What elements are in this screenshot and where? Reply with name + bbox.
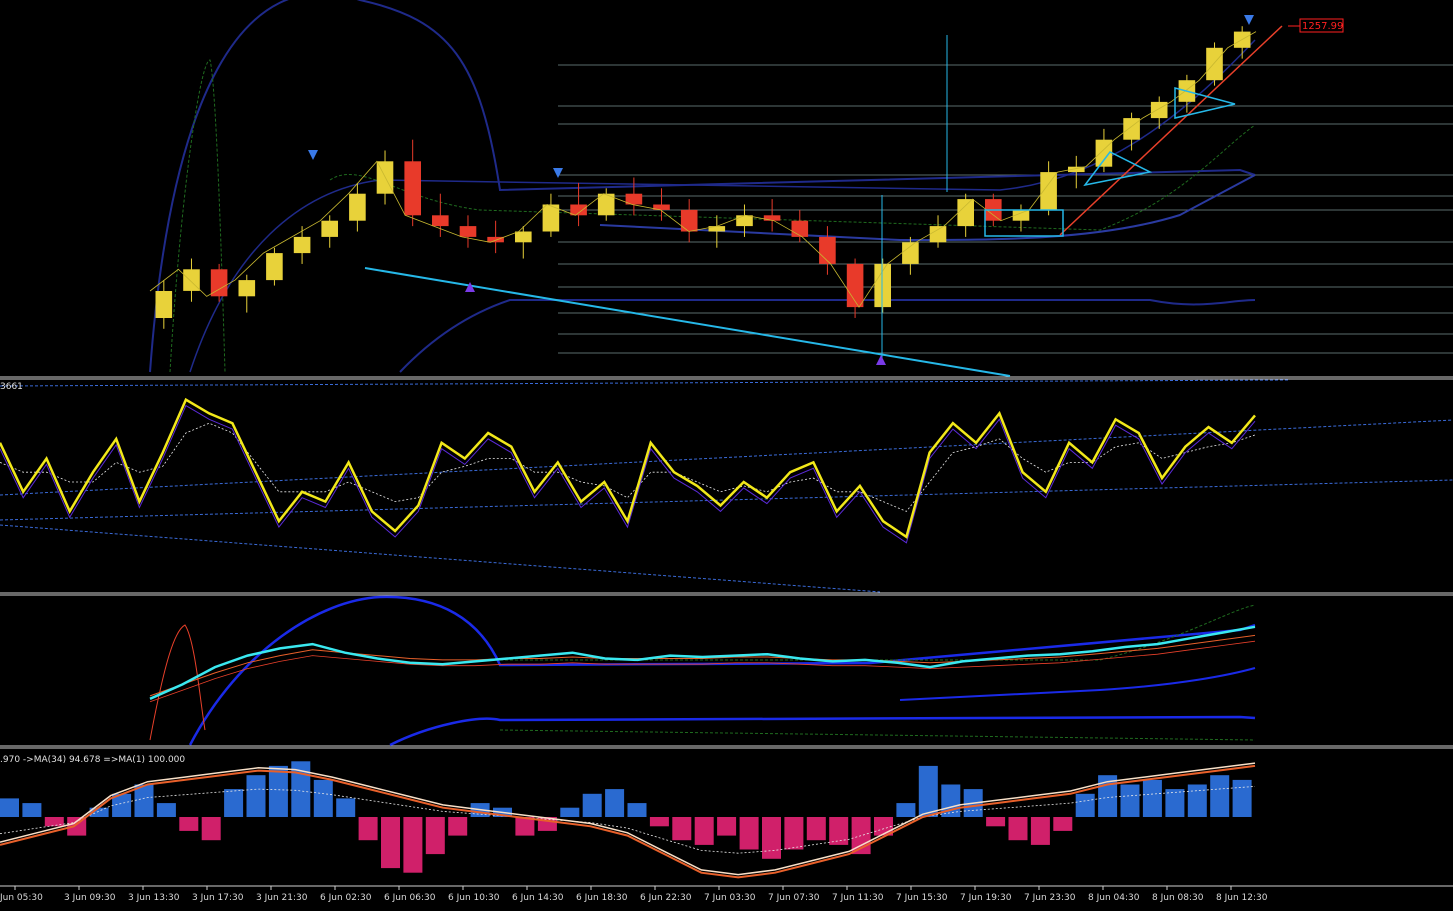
candle-body xyxy=(266,253,283,281)
time-tick-label: 6 Jun 22:30 xyxy=(640,893,692,903)
time-tick-label: 7 Jun 03:30 xyxy=(704,893,756,903)
histogram-bar xyxy=(22,803,42,817)
histogram-bar xyxy=(313,779,333,817)
candle-body xyxy=(238,280,256,297)
histogram-bar xyxy=(246,775,266,817)
histogram-bar xyxy=(806,817,826,841)
histogram-bar xyxy=(605,789,625,817)
histogram-bar xyxy=(672,817,692,841)
histogram-bar xyxy=(425,817,445,855)
histogram-bar xyxy=(0,798,19,817)
time-tick-label: 6 Jun 14:30 xyxy=(512,893,564,903)
time-tick-label: 8 Jun 12:30 xyxy=(1216,893,1268,903)
histogram-bar xyxy=(694,817,714,845)
histogram-bar xyxy=(381,817,400,869)
candle-body xyxy=(791,220,809,237)
time-tick-label: 6 Jun 02:30 xyxy=(320,893,372,903)
time-tick-label: 8 Jun 04:30 xyxy=(1088,893,1140,903)
oscillator-value-label: 3661 xyxy=(0,382,23,392)
histogram-bar xyxy=(336,798,356,817)
histogram-bar xyxy=(1008,817,1028,841)
histogram-bar xyxy=(1187,784,1207,817)
candle-body xyxy=(570,204,587,216)
time-tick-label: 8 Jun 08:30 xyxy=(1152,893,1204,903)
candle-body xyxy=(404,161,421,216)
candle-body xyxy=(321,220,338,237)
histogram-bar xyxy=(784,817,804,850)
candle-body xyxy=(736,215,753,227)
candle-body xyxy=(1040,172,1057,210)
time-tick-label: 7 Jun 23:30 xyxy=(1024,893,1076,903)
candle-body xyxy=(515,231,532,243)
candle-body xyxy=(763,215,781,221)
candle-body xyxy=(957,199,974,227)
time-tick-label: Jun 05:30 xyxy=(0,893,43,903)
histogram-bar xyxy=(224,789,244,817)
histogram-bar xyxy=(986,817,1006,827)
histogram-ma-label: .970 ->MA(34) 94.678 =>MA(1) 100.000 xyxy=(0,755,185,765)
time-tick-label: 3 Jun 09:30 xyxy=(64,893,116,903)
histogram-bar xyxy=(1142,779,1162,817)
price-tag-text: 1257.99 xyxy=(1302,21,1343,32)
candle-body xyxy=(293,236,311,254)
time-tick-label: 7 Jun 11:30 xyxy=(832,893,884,903)
histogram-bar xyxy=(829,817,849,845)
histogram-bar xyxy=(717,817,737,836)
histogram-bar xyxy=(582,793,602,817)
time-tick-label: 3 Jun 21:30 xyxy=(256,893,308,903)
histogram-bar xyxy=(201,817,221,841)
histogram-bar xyxy=(1053,817,1073,831)
histogram-bar xyxy=(1075,793,1095,817)
candle-body xyxy=(680,209,698,232)
trading-chart[interactable]: Jun 05:30 3 Jun 09:30 3 Jun 13:30 3 Jun 17:… xyxy=(0,0,1453,911)
time-tick-label: 6 Jun 10:30 xyxy=(448,893,500,903)
time-tick-label: 6 Jun 06:30 xyxy=(384,893,436,903)
time-tick-label: 7 Jun 07:30 xyxy=(768,893,820,903)
candle-body xyxy=(459,226,477,237)
candle-body xyxy=(929,226,947,243)
histogram-bar xyxy=(268,765,288,817)
histogram-bar xyxy=(896,803,916,817)
histogram-bar xyxy=(403,817,423,873)
histogram-bar xyxy=(918,765,938,817)
candle-body xyxy=(349,193,366,221)
time-tick-label: 6 Jun 18:30 xyxy=(576,893,628,903)
candle-body xyxy=(155,291,173,318)
time-tick-label: 7 Jun 19:30 xyxy=(960,893,1012,903)
candle-body xyxy=(1123,118,1140,140)
candle-body xyxy=(902,242,919,264)
histogram-bar xyxy=(1165,789,1185,817)
histogram-bar xyxy=(1030,817,1050,845)
candle-body xyxy=(1206,47,1223,81)
candle-body xyxy=(1150,101,1168,119)
histogram-bar xyxy=(179,817,199,831)
histogram-bar xyxy=(762,817,781,859)
histogram-bar xyxy=(1120,784,1140,817)
histogram-bar xyxy=(627,803,647,817)
histogram-bar xyxy=(1210,775,1230,817)
histogram-bar xyxy=(560,807,580,817)
candle-body xyxy=(819,236,836,264)
histogram-bar xyxy=(1232,779,1252,817)
histogram-bar xyxy=(156,803,176,817)
time-tick-label: 3 Jun 13:30 xyxy=(128,893,180,903)
histogram-bar xyxy=(739,817,759,850)
histogram-bar xyxy=(358,817,378,841)
time-tick-label: 3 Jun 17:30 xyxy=(192,893,244,903)
histogram-bar xyxy=(649,817,669,827)
time-tick-label: 7 Jun 15:30 xyxy=(896,893,948,903)
candle-body xyxy=(432,215,449,227)
histogram-bar xyxy=(448,817,468,836)
chart-background xyxy=(0,0,1453,911)
